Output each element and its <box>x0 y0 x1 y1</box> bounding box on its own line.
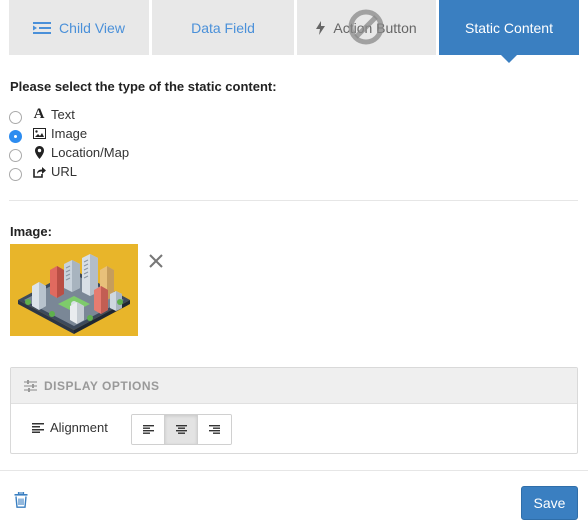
external-link-icon <box>32 166 46 178</box>
divider <box>9 200 578 201</box>
trash-icon[interactable] <box>14 492 28 508</box>
radio-text[interactable] <box>9 111 22 124</box>
align-center-button[interactable] <box>165 415 198 444</box>
tab-data-field[interactable]: Data Field <box>152 0 294 55</box>
divider <box>0 470 588 471</box>
option-location-map[interactable]: Location/Map <box>9 143 129 162</box>
tab-label: Child View <box>59 19 125 36</box>
option-label: Text <box>51 107 75 122</box>
display-options-title: DISPLAY OPTIONS <box>44 378 160 393</box>
option-label: URL <box>51 164 78 179</box>
option-label: Image <box>51 126 88 141</box>
image-thumbnail <box>10 244 138 336</box>
map-marker-icon <box>32 146 46 159</box>
tab-bar: Child View Data Field Action Button Stat… <box>9 0 579 63</box>
option-label: Location/Map <box>51 145 130 160</box>
child-view-icon <box>33 21 52 34</box>
tab-label: Data Field <box>191 19 255 36</box>
option-url[interactable]: URL <box>9 162 129 181</box>
display-options-header: DISPLAY OPTIONS <box>11 368 577 404</box>
display-options-panel: DISPLAY OPTIONS Alignment <box>10 367 578 454</box>
radio-image[interactable] <box>9 130 22 143</box>
align-center-icon <box>175 425 187 434</box>
align-right-icon <box>209 425 220 434</box>
tab-child-view[interactable]: Child View <box>9 0 149 55</box>
display-options-body: Alignment <box>11 404 577 453</box>
alignment-label: Alignment <box>50 420 108 435</box>
sliders-icon <box>24 379 37 392</box>
image-icon <box>32 128 46 139</box>
radio-location-map[interactable] <box>9 149 22 162</box>
remove-image-icon[interactable] <box>147 252 165 270</box>
alignment-button-group <box>131 414 232 445</box>
align-left-button[interactable] <box>132 415 165 444</box>
content-type-options: A Text Image Location/Map URL <box>9 105 129 181</box>
align-left-icon <box>142 425 154 434</box>
alignment-label-row: Alignment <box>32 420 108 435</box>
option-image[interactable]: Image <box>9 124 129 143</box>
align-left-lines-icon <box>32 422 44 433</box>
text-icon: A <box>33 106 45 122</box>
tab-label: Static Content <box>465 19 553 36</box>
align-right-button[interactable] <box>198 415 231 444</box>
save-button[interactable]: Save <box>521 486 578 520</box>
option-text[interactable]: A Text <box>9 105 129 124</box>
content-type-prompt: Please select the type of the static con… <box>10 79 277 94</box>
image-label: Image: <box>10 224 52 239</box>
tab-action-button[interactable]: Action Button <box>297 0 436 55</box>
lightning-icon <box>316 20 326 35</box>
tab-static-content[interactable]: Static Content <box>439 0 579 63</box>
radio-url[interactable] <box>9 168 22 181</box>
isometric-city-image <box>10 244 138 336</box>
tab-label: Action Button <box>333 19 417 36</box>
